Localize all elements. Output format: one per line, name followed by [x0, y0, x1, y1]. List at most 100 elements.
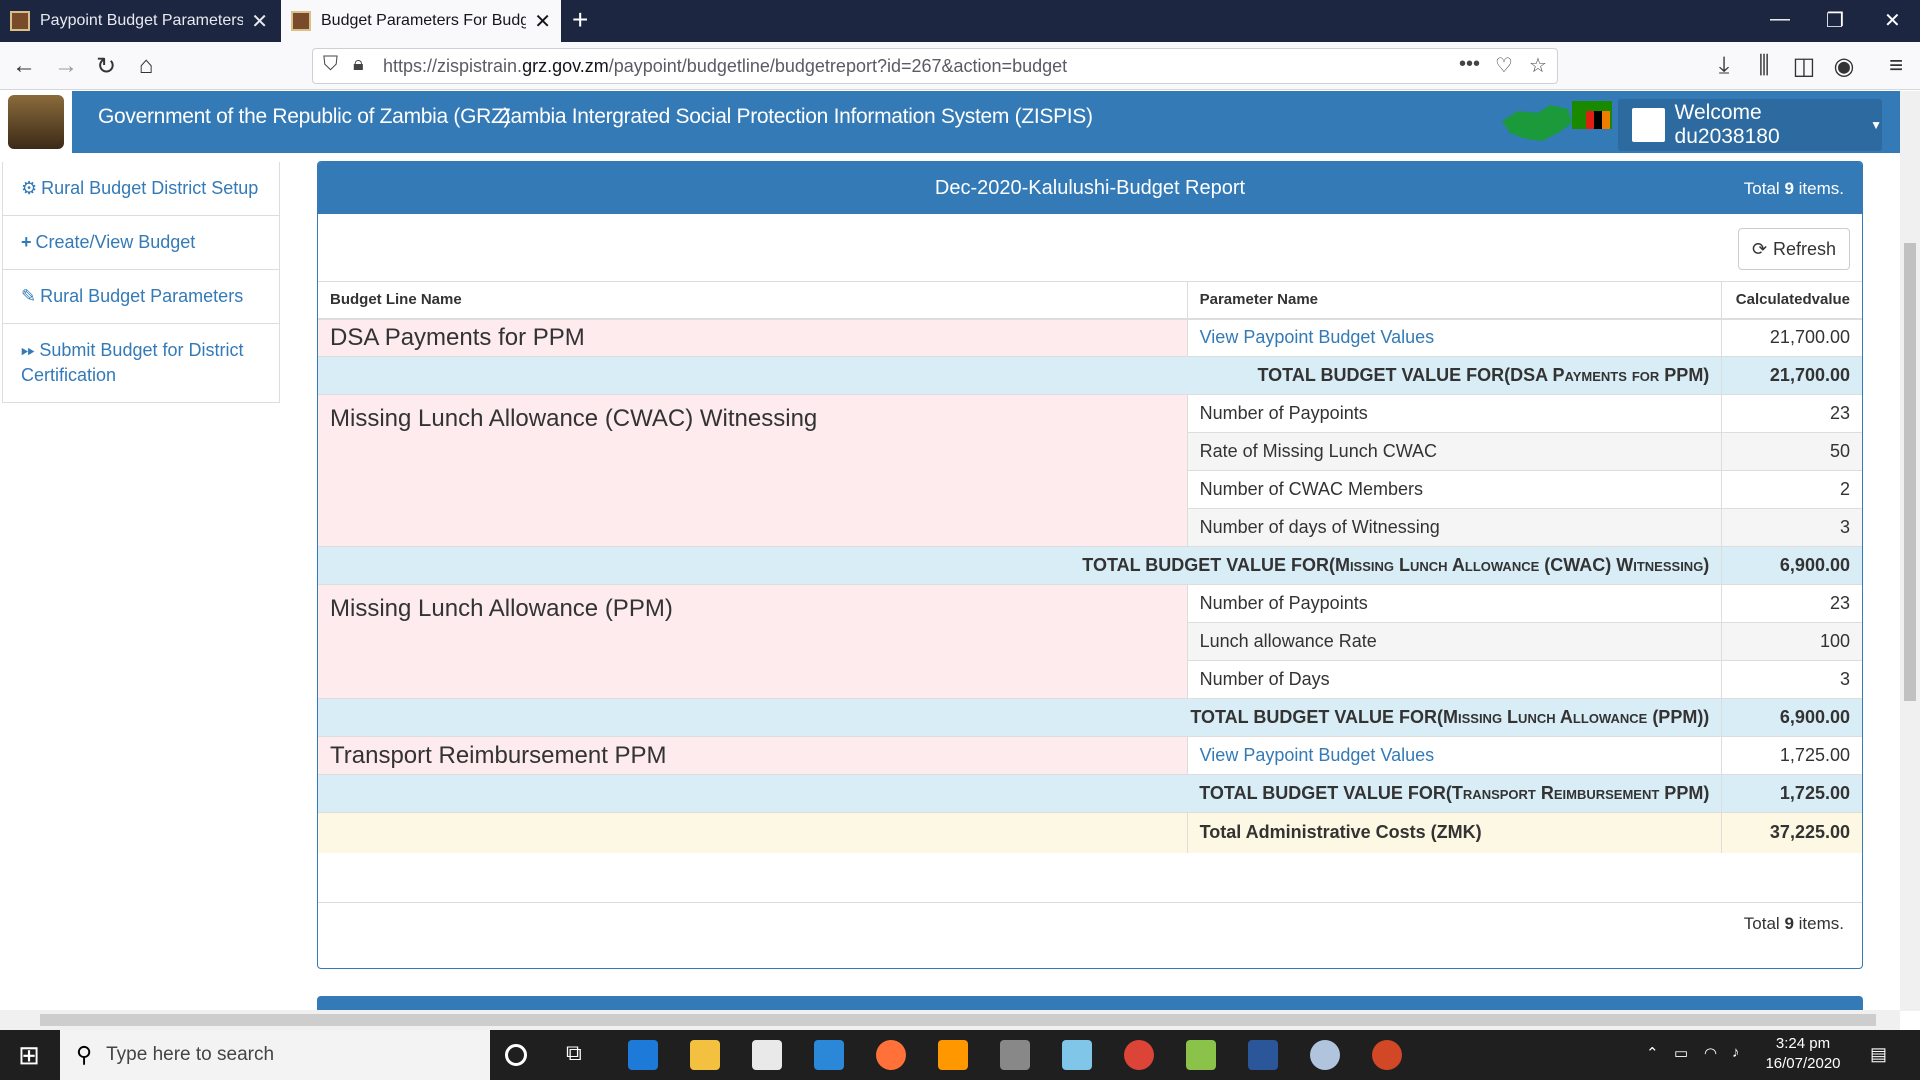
account-icon[interactable]: ◉	[1828, 50, 1860, 82]
close-window-icon[interactable]: ✕	[1884, 8, 1901, 33]
value-cell: 50	[1721, 432, 1862, 471]
avatar	[1632, 108, 1665, 142]
sidebar-item-label: Rural Budget District Setup	[41, 178, 259, 198]
volume-icon[interactable]: ♪	[1732, 1044, 1740, 1061]
lock-icon: 🔒︎	[353, 53, 364, 75]
sidebar-toggle-icon[interactable]: ◫	[1788, 50, 1820, 82]
menu-icon[interactable]: ≡	[1880, 50, 1912, 82]
shield-icon[interactable]: ⛉	[323, 53, 338, 76]
powerpoint-icon[interactable]	[1372, 1040, 1402, 1070]
lambda-app-icon[interactable]	[1186, 1040, 1216, 1070]
home-icon[interactable]: ⌂	[130, 50, 162, 82]
horizontal-scrollbar[interactable]	[0, 1010, 1900, 1030]
new-tab-icon[interactable]: +	[572, 4, 588, 36]
plus-icon: +	[21, 232, 32, 252]
paint-icon[interactable]	[1310, 1040, 1340, 1070]
mail-icon[interactable]	[814, 1040, 844, 1070]
sidebar-item-rural-budget-district-setup[interactable]: ⚙ Rural Budget District Setup	[3, 162, 279, 215]
group-total-label: TOTAL BUDGET VALUE FOR(Transport Reimbur…	[318, 774, 1722, 813]
view-paypoint-budget-values-link[interactable]: View Paypoint Budget Values	[1200, 327, 1435, 347]
app-icon[interactable]	[1062, 1040, 1092, 1070]
sidebar-item-submit-budget[interactable]: ⏩︎ Submit Budget for District Certificati…	[3, 323, 279, 402]
grand-total-label: Total Administrative Costs (ZMK)	[1186, 812, 1722, 853]
sidebar-item-create-view-budget[interactable]: + Create/View Budget	[3, 215, 279, 269]
close-tab-icon[interactable]: ✕	[251, 9, 268, 34]
chrome-icon[interactable]	[1124, 1040, 1154, 1070]
library-icon[interactable]: ⫼	[1748, 50, 1780, 82]
windows-taskbar: ⊞ ⚲ Type here to search ⧉ ⌃ ▭ ◠ ♪ 3:24 p…	[0, 1030, 1920, 1080]
refresh-button[interactable]: ⟳ Refresh	[1738, 228, 1850, 270]
sidebar-item-label: Rural Budget Parameters	[40, 286, 244, 306]
eyedropper-icon: ✎	[21, 286, 37, 306]
value-cell: 1,725.00	[1721, 736, 1862, 775]
forward-icon: ⏩︎	[21, 340, 36, 360]
grand-total-value: 37,225.00	[1721, 812, 1862, 853]
column-header-budget-line[interactable]: Budget Line Name	[318, 281, 1188, 320]
caret-down-icon: ▼	[1870, 118, 1882, 132]
show-hidden-icons-icon[interactable]: ⌃	[1646, 1044, 1659, 1062]
notifications-icon[interactable]: ▤	[1870, 1044, 1887, 1065]
value-cell: 3	[1721, 508, 1862, 547]
store-icon[interactable]	[752, 1040, 782, 1070]
more-actions-icon[interactable]: •••	[1459, 53, 1480, 76]
url-bar[interactable]: ⛉ 🔒︎ https://zispistrain.grz.gov.zm/payp…	[312, 48, 1558, 84]
file-explorer-icon[interactable]	[690, 1040, 720, 1070]
firefox-icon[interactable]	[876, 1040, 906, 1070]
sidebar-item-label: Submit Budget for District Certification	[21, 340, 244, 385]
group-total-value: 1,725.00	[1721, 774, 1862, 813]
grz-logo[interactable]	[0, 91, 72, 153]
word-icon[interactable]	[1248, 1040, 1278, 1070]
cogs-icon: ⚙	[21, 178, 38, 198]
column-header-parameter[interactable]: Parameter Name	[1186, 281, 1722, 320]
cortana-icon[interactable]	[505, 1044, 527, 1066]
database-icon[interactable]	[1000, 1040, 1030, 1070]
browser-tab-1[interactable]: Paypoint Budget Parameters De ✕	[0, 0, 278, 42]
table-row: Missing Lunch Allowance (PPM) Number of …	[318, 584, 1862, 699]
gov-title[interactable]: Government of the Republic of Zambia (GR…	[98, 105, 511, 129]
horizontal-scroll-thumb[interactable]	[40, 1014, 1876, 1026]
column-header-value[interactable]: Calculatedvalue	[1721, 281, 1862, 320]
edge-icon[interactable]	[628, 1040, 658, 1070]
report-title: Dec-2020-Kalulushi-Budget Report	[934, 177, 1246, 199]
sidebar-item-rural-budget-parameters[interactable]: ✎ Rural Budget Parameters	[3, 269, 279, 323]
taskbar-search-box[interactable]: ⚲ Type here to search	[60, 1030, 490, 1080]
battery-icon[interactable]: ▭	[1674, 1044, 1688, 1062]
group-total-row: TOTAL BUDGET VALUE FOR(DSA Payments for …	[318, 356, 1862, 395]
coat-of-arms-icon	[8, 95, 64, 149]
forward-icon[interactable]: →	[50, 50, 82, 82]
wifi-icon[interactable]: ◠	[1704, 1044, 1717, 1062]
user-menu-dropdown[interactable]: Welcome du2038180 ▼	[1618, 99, 1882, 151]
pocket-icon[interactable]: ♡	[1495, 53, 1513, 78]
system-title[interactable]: Zambia Intergrated Social Protection Inf…	[498, 105, 1093, 129]
parameter-cell: Number of CWAC Members	[1186, 470, 1722, 509]
group-total-label: TOTAL BUDGET VALUE FOR(Missing Lunch All…	[318, 546, 1722, 585]
view-paypoint-budget-values-link[interactable]: View Paypoint Budget Values	[1200, 745, 1435, 765]
task-view-icon[interactable]: ⧉	[566, 1040, 596, 1070]
group-total-row: TOTAL BUDGET VALUE FOR(Missing Lunch All…	[318, 698, 1862, 737]
taskbar-clock[interactable]: 3:24 pm 16/07/2020	[1757, 1034, 1849, 1074]
browser-tab-2-active[interactable]: Budget Parameters For Budget ✕	[281, 0, 561, 42]
zambia-crest-favicon-icon	[10, 11, 30, 31]
vertical-scrollbar[interactable]	[1900, 91, 1920, 1011]
minimize-icon[interactable]: —	[1770, 8, 1790, 31]
tab-title: Budget Parameters For Budget	[321, 12, 527, 29]
value-cell: 23	[1721, 394, 1862, 433]
group-total-value: 21,700.00	[1721, 356, 1862, 395]
back-icon[interactable]: ←	[8, 50, 40, 82]
search-icon: ⚲	[76, 1042, 93, 1067]
vertical-scroll-thumb[interactable]	[1904, 243, 1916, 701]
parameter-cell: Number of Paypoints	[1186, 584, 1722, 623]
group-total-value: 6,900.00	[1721, 546, 1862, 585]
download-icon[interactable]: ⤓	[1708, 50, 1740, 82]
url-text: https://zispistrain.grz.gov.zm/paypoint/…	[383, 55, 1068, 76]
parameter-cell: View Paypoint Budget Values	[1186, 318, 1722, 357]
bookmark-star-icon[interactable]: ☆	[1529, 53, 1547, 78]
reload-icon[interactable]: ↻	[90, 50, 122, 82]
restore-icon[interactable]: ❐	[1826, 8, 1844, 33]
value-cell: 3	[1721, 660, 1862, 699]
windows-start-icon[interactable]: ⊞	[0, 1030, 58, 1080]
total-items-summary: Total 9 items.	[1743, 179, 1844, 198]
group-total-label: TOTAL BUDGET VALUE FOR(Missing Lunch All…	[318, 698, 1722, 737]
close-tab-icon[interactable]: ✕	[534, 9, 551, 34]
sublime-text-icon[interactable]	[938, 1040, 968, 1070]
